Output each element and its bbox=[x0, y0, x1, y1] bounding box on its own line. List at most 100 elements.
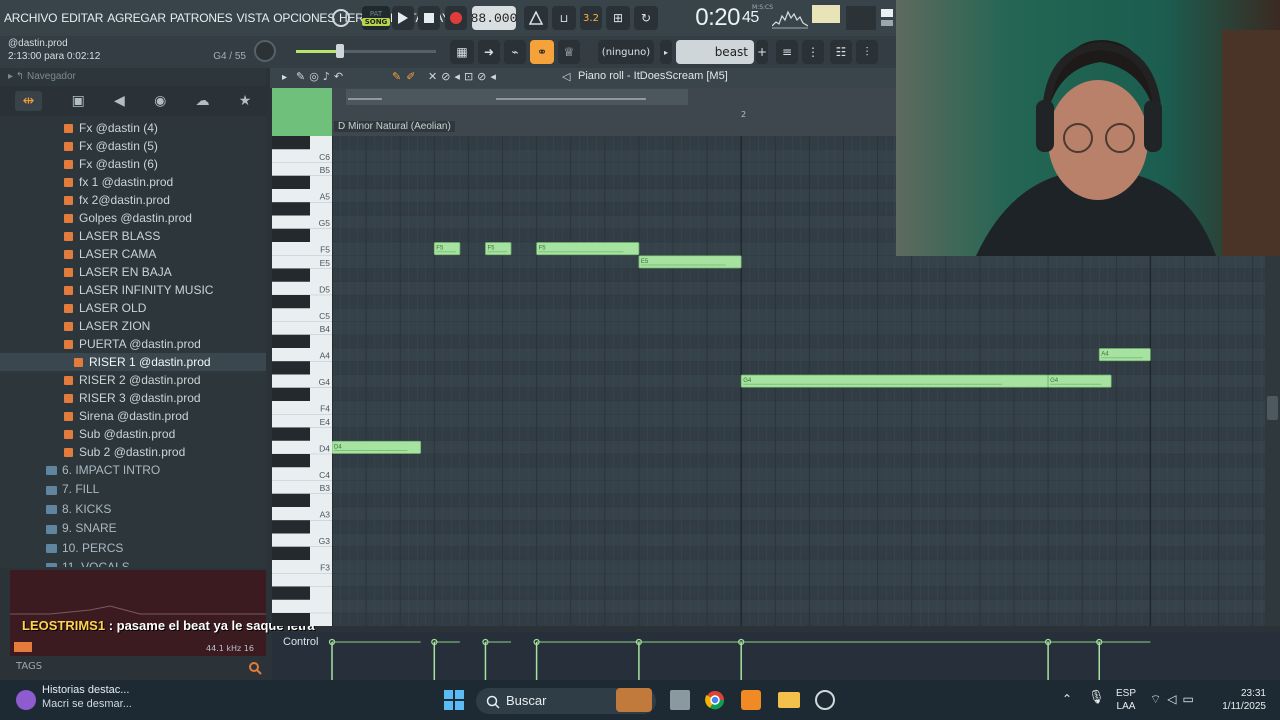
browser-item[interactable]: PUERTA @dastin.prod bbox=[0, 335, 266, 353]
search-icon[interactable] bbox=[248, 660, 262, 675]
horizontal-scroll-overview[interactable] bbox=[346, 89, 688, 105]
browser-item[interactable]: Fx @dastin (4) bbox=[0, 119, 266, 137]
menu-item-vista[interactable]: VISTA bbox=[236, 11, 269, 25]
stop-button[interactable] bbox=[418, 6, 440, 30]
cloud-icon[interactable]: ☁ bbox=[196, 93, 210, 109]
black-key[interactable] bbox=[272, 546, 310, 560]
menu-item-archivo[interactable]: ARCHIVO bbox=[4, 11, 57, 25]
note[interactable] bbox=[332, 440, 422, 454]
mixer-icon[interactable]: ☷ bbox=[830, 40, 852, 64]
black-key[interactable] bbox=[272, 586, 310, 600]
menu-item-opciones[interactable]: OPCIONES bbox=[273, 11, 335, 25]
browser-item[interactable]: LASER OLD bbox=[0, 299, 266, 317]
search-highlight-image[interactable] bbox=[616, 688, 652, 712]
browser-item[interactable]: LASER INFINITY MUSIC bbox=[0, 281, 266, 299]
files-icon[interactable]: ▣ bbox=[72, 93, 85, 109]
speaker-icon[interactable]: ◁ bbox=[562, 70, 570, 83]
add-pattern-button[interactable]: + bbox=[756, 40, 768, 64]
black-key[interactable] bbox=[272, 613, 310, 626]
stamp-icon[interactable]: ♕ bbox=[558, 40, 580, 64]
microphone-icon[interactable]: 🎙 bbox=[1088, 690, 1105, 705]
note[interactable] bbox=[638, 255, 742, 269]
news-widget-icon[interactable] bbox=[16, 690, 36, 710]
browser-item[interactable]: Fx @dastin (5) bbox=[0, 137, 266, 155]
browser-folder[interactable]: 8. KICKS bbox=[46, 500, 111, 519]
metronome-icon[interactable] bbox=[524, 6, 548, 30]
plugin-db-icon[interactable]: ◉ bbox=[154, 93, 166, 109]
chrome-icon[interactable] bbox=[705, 690, 725, 710]
browser-item[interactable]: RISER 3 @dastin.prod bbox=[0, 389, 266, 407]
app-icon[interactable] bbox=[815, 690, 835, 710]
browser-item[interactable]: fx 1 @dastin.prod bbox=[0, 173, 266, 191]
speaker-icon[interactable]: ◀ bbox=[114, 93, 125, 109]
browser-item[interactable]: LASER BLASS bbox=[0, 227, 266, 245]
browser-item[interactable]: Sub @dastin.prod bbox=[0, 425, 266, 443]
arrow-right-icon[interactable]: ➜ bbox=[478, 40, 500, 64]
play-button[interactable] bbox=[392, 6, 414, 30]
menu-item-editar[interactable]: EDITAR bbox=[61, 11, 103, 25]
arrow-right-small-icon[interactable]: ▸ bbox=[660, 40, 672, 64]
equalizer-icon[interactable]: ⫶ bbox=[856, 40, 878, 64]
cpu-knob-icon[interactable] bbox=[330, 6, 352, 30]
black-key[interactable] bbox=[272, 334, 310, 348]
note[interactable] bbox=[740, 374, 1049, 388]
black-key[interactable] bbox=[272, 228, 310, 242]
arrow-icon[interactable]: ▸ bbox=[282, 72, 287, 83]
browser-item[interactable]: LASER ZION bbox=[0, 317, 266, 335]
black-key[interactable] bbox=[272, 427, 310, 441]
wait-icon[interactable]: ⊔ bbox=[552, 6, 576, 30]
browser-item[interactable]: Fx @dastin (6) bbox=[0, 155, 266, 173]
task-view-icon[interactable] bbox=[670, 690, 690, 710]
piano-keyboard[interactable]: C6 B5 A5 G5 F5 E5 D5 C5 B4 A4 G4 F4 E4 D4 C4 B3 A3 G3 F3 bbox=[272, 136, 332, 626]
black-key[interactable] bbox=[272, 520, 310, 534]
browser-item[interactable]: LASER EN BAJA bbox=[0, 263, 266, 281]
step-display[interactable]: 3.2 bbox=[580, 6, 602, 30]
browser-folder[interactable]: 10. PERCS bbox=[46, 539, 123, 558]
black-key[interactable] bbox=[272, 175, 310, 189]
draw-tools[interactable]: ✎✐ bbox=[392, 70, 420, 83]
channel-rack-icon[interactable]: ⋮ bbox=[802, 40, 824, 64]
piano-icon[interactable]: ▦ bbox=[450, 40, 474, 64]
browser-item[interactable]: Sirena @dastin.prod bbox=[0, 407, 266, 425]
menu-item-agregar[interactable]: AGREGAR bbox=[107, 11, 166, 25]
edit-tools[interactable]: ✕⊘◂⊡⊘◂ bbox=[428, 70, 500, 83]
black-key[interactable] bbox=[272, 202, 310, 216]
black-key[interactable] bbox=[272, 136, 310, 150]
black-key[interactable] bbox=[272, 493, 310, 507]
tempo-display[interactable]: 88.000 bbox=[471, 6, 517, 30]
piano-roll-tools[interactable]: ✎◎♪↶ bbox=[296, 70, 347, 83]
black-key[interactable] bbox=[272, 268, 310, 282]
master-volume-knob[interactable] bbox=[254, 40, 276, 62]
chevron-up-icon[interactable]: ⌃ bbox=[1062, 692, 1072, 706]
control-lane[interactable] bbox=[272, 632, 1280, 680]
playlist-icon[interactable]: ≡ bbox=[776, 40, 798, 64]
preset-field[interactable]: beast bbox=[676, 40, 754, 64]
language-indicator[interactable]: ESP LAA bbox=[1116, 687, 1136, 713]
record-mode-icon[interactable]: ⊞ bbox=[606, 6, 630, 30]
system-tray-icons[interactable]: ⌔◁▭ bbox=[1150, 692, 1200, 707]
plug-icon[interactable]: ⌁ bbox=[504, 40, 526, 64]
browser-item[interactable]: LASER CAMA bbox=[0, 245, 266, 263]
browser-folder[interactable]: 11. VOCALS bbox=[46, 558, 130, 567]
all-browser-icon[interactable]: ⇹ bbox=[14, 91, 43, 111]
browser-item[interactable]: fx 2@dastin.prod bbox=[0, 191, 266, 209]
master-pitch-handle[interactable] bbox=[336, 44, 344, 58]
star-icon[interactable]: ★ bbox=[239, 93, 252, 109]
browser-item[interactable]: RISER 1 @dastin.prod bbox=[0, 353, 266, 371]
browser-folder[interactable]: 9. SNARE bbox=[46, 519, 117, 538]
browser-folder[interactable]: 6. IMPACT INTRO bbox=[46, 461, 160, 480]
fl-studio-icon[interactable] bbox=[741, 690, 761, 710]
news-widget[interactable]: Historias destac... Macri se desmar... bbox=[42, 684, 132, 710]
file-explorer-icon[interactable] bbox=[778, 692, 800, 708]
black-key[interactable] bbox=[272, 454, 310, 468]
browser-folder[interactable]: 7. FILL bbox=[46, 480, 99, 499]
browser-item[interactable]: Sub 2 @dastin.prod bbox=[0, 443, 266, 461]
pat-song-toggle[interactable]: PAT SONG bbox=[361, 6, 391, 30]
menu-item-patrones[interactable]: PATRONES bbox=[170, 11, 233, 25]
black-key[interactable] bbox=[272, 387, 310, 401]
browser-item[interactable]: RISER 2 @dastin.prod bbox=[0, 371, 266, 389]
browser-item[interactable]: Golpes @dastin.prod bbox=[0, 209, 266, 227]
note[interactable] bbox=[536, 242, 640, 256]
pattern-selector[interactable]: (ninguno) bbox=[598, 40, 654, 64]
black-key[interactable] bbox=[272, 361, 310, 375]
